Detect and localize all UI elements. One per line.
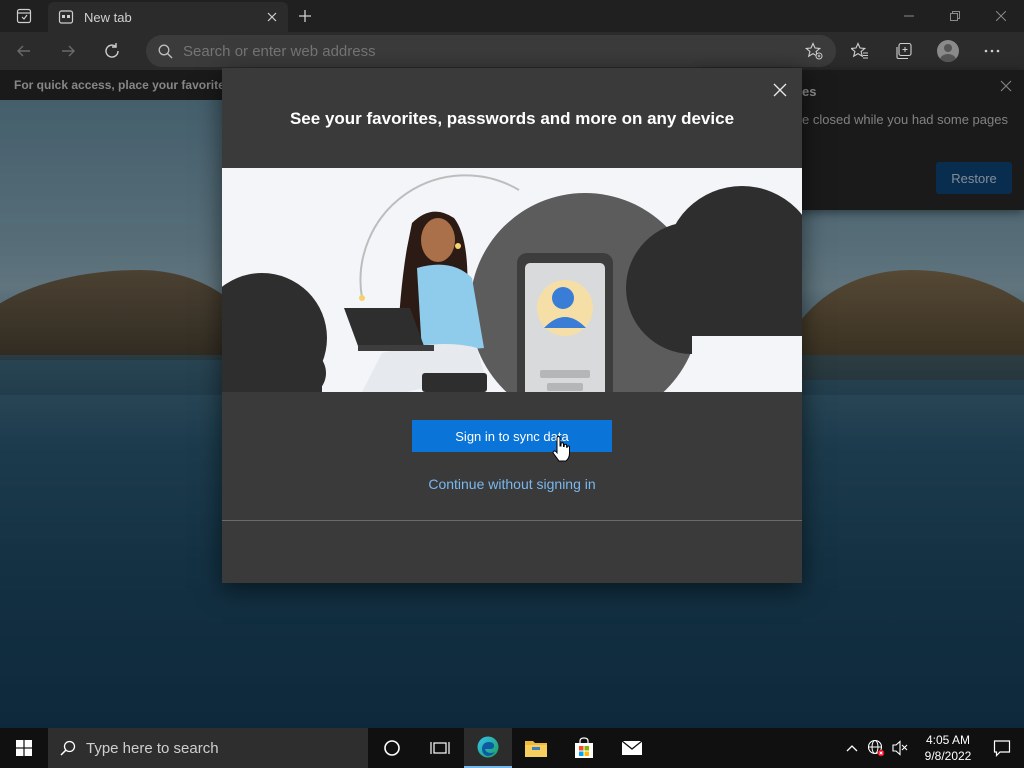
volume-button[interactable] bbox=[888, 728, 912, 768]
notification-icon bbox=[993, 740, 1011, 757]
tab-actions-icon bbox=[16, 8, 32, 24]
settings-more-button[interactable] bbox=[970, 35, 1014, 67]
show-hidden-icons-button[interactable] bbox=[840, 728, 864, 768]
minimize-button[interactable] bbox=[886, 0, 932, 32]
dialog-title: See your favorites, passwords and more o… bbox=[289, 109, 735, 128]
folder-icon bbox=[525, 741, 547, 757]
toolbar-actions bbox=[794, 35, 1014, 67]
taskbar-edge-button[interactable] bbox=[464, 728, 512, 768]
sign-in-to-sync-button[interactable]: Sign in to sync data bbox=[412, 420, 612, 452]
favorites-button[interactable] bbox=[838, 35, 882, 67]
taskbar-search-box[interactable]: Type here to search bbox=[48, 728, 368, 768]
tab-label: New tab bbox=[84, 9, 132, 25]
search-icon bbox=[158, 44, 173, 58]
refresh-button[interactable] bbox=[92, 35, 132, 67]
start-button[interactable] bbox=[0, 728, 48, 768]
hand-cursor-icon bbox=[552, 436, 570, 462]
collections-button[interactable] bbox=[882, 35, 926, 67]
tab-close-button[interactable] bbox=[260, 5, 284, 29]
browser-toolbar bbox=[0, 32, 1024, 70]
edge-icon bbox=[477, 736, 499, 758]
continue-without-signing-in-link[interactable]: Continue without signing in bbox=[222, 476, 802, 492]
dialog-divider bbox=[222, 520, 802, 521]
chevron-up-icon bbox=[846, 745, 858, 752]
tab-strip: New tab bbox=[0, 0, 1024, 32]
favorites-icon bbox=[851, 42, 868, 59]
taskbar-mail-button[interactable] bbox=[608, 728, 656, 768]
arrow-left-icon bbox=[17, 45, 30, 57]
close-icon bbox=[773, 83, 787, 97]
address-bar[interactable] bbox=[146, 35, 836, 67]
restore-window-icon bbox=[950, 11, 960, 21]
more-icon bbox=[984, 49, 1000, 53]
tab-new-tab[interactable]: New tab bbox=[48, 2, 288, 32]
sign-in-sync-dialog: See your favorites, passwords and more o… bbox=[222, 68, 802, 583]
back-button[interactable] bbox=[4, 35, 44, 67]
network-button[interactable] bbox=[864, 728, 888, 768]
dialog-close-button[interactable] bbox=[768, 78, 792, 102]
collections-icon bbox=[896, 42, 912, 60]
taskbar-search-placeholder: Type here to search bbox=[86, 739, 219, 757]
volume-muted-icon bbox=[892, 740, 908, 756]
cortana-button[interactable] bbox=[368, 728, 416, 768]
profile-button[interactable] bbox=[926, 35, 970, 67]
new-tab-button[interactable] bbox=[292, 4, 318, 28]
address-input[interactable] bbox=[183, 42, 783, 60]
avatar bbox=[937, 40, 959, 62]
star-add-icon bbox=[805, 42, 823, 60]
close-icon bbox=[267, 12, 277, 22]
sync-illustration bbox=[222, 168, 802, 392]
search-icon bbox=[60, 740, 76, 756]
plus-icon bbox=[299, 10, 311, 22]
action-center-button[interactable] bbox=[980, 728, 1024, 768]
taskbar-file-explorer-button[interactable] bbox=[512, 728, 560, 768]
network-globe-icon bbox=[867, 739, 885, 757]
window-controls bbox=[886, 0, 1024, 32]
add-favorite-button[interactable] bbox=[794, 35, 834, 67]
newtab-page-icon bbox=[58, 10, 74, 24]
clock-time: 4:05 AM bbox=[925, 733, 971, 747]
system-tray: 4:05 AM 9/8/2022 bbox=[840, 728, 1024, 768]
restore-window-button[interactable] bbox=[932, 0, 978, 32]
close-icon bbox=[996, 11, 1006, 21]
store-bag-icon bbox=[575, 737, 593, 758]
minimize-icon bbox=[904, 15, 914, 17]
task-view-button[interactable] bbox=[416, 728, 464, 768]
taskbar-clock[interactable]: 4:05 AM 9/8/2022 bbox=[916, 732, 980, 764]
mail-icon bbox=[621, 740, 643, 755]
refresh-icon bbox=[105, 43, 119, 58]
arrow-right-icon bbox=[62, 45, 75, 57]
forward-button[interactable] bbox=[48, 35, 88, 67]
sync-illustration-graphic bbox=[222, 168, 802, 392]
tab-actions-button[interactable] bbox=[0, 0, 48, 32]
windows-logo-icon bbox=[16, 740, 32, 756]
clock-date: 9/8/2022 bbox=[924, 749, 972, 763]
close-window-button[interactable] bbox=[978, 0, 1024, 32]
taskbar-store-button[interactable] bbox=[560, 728, 608, 768]
task-view-icon bbox=[430, 742, 450, 754]
taskbar: Type here to search 4:05 AM 9/8/2022 bbox=[0, 728, 1024, 768]
cortana-circle-icon bbox=[384, 740, 400, 756]
